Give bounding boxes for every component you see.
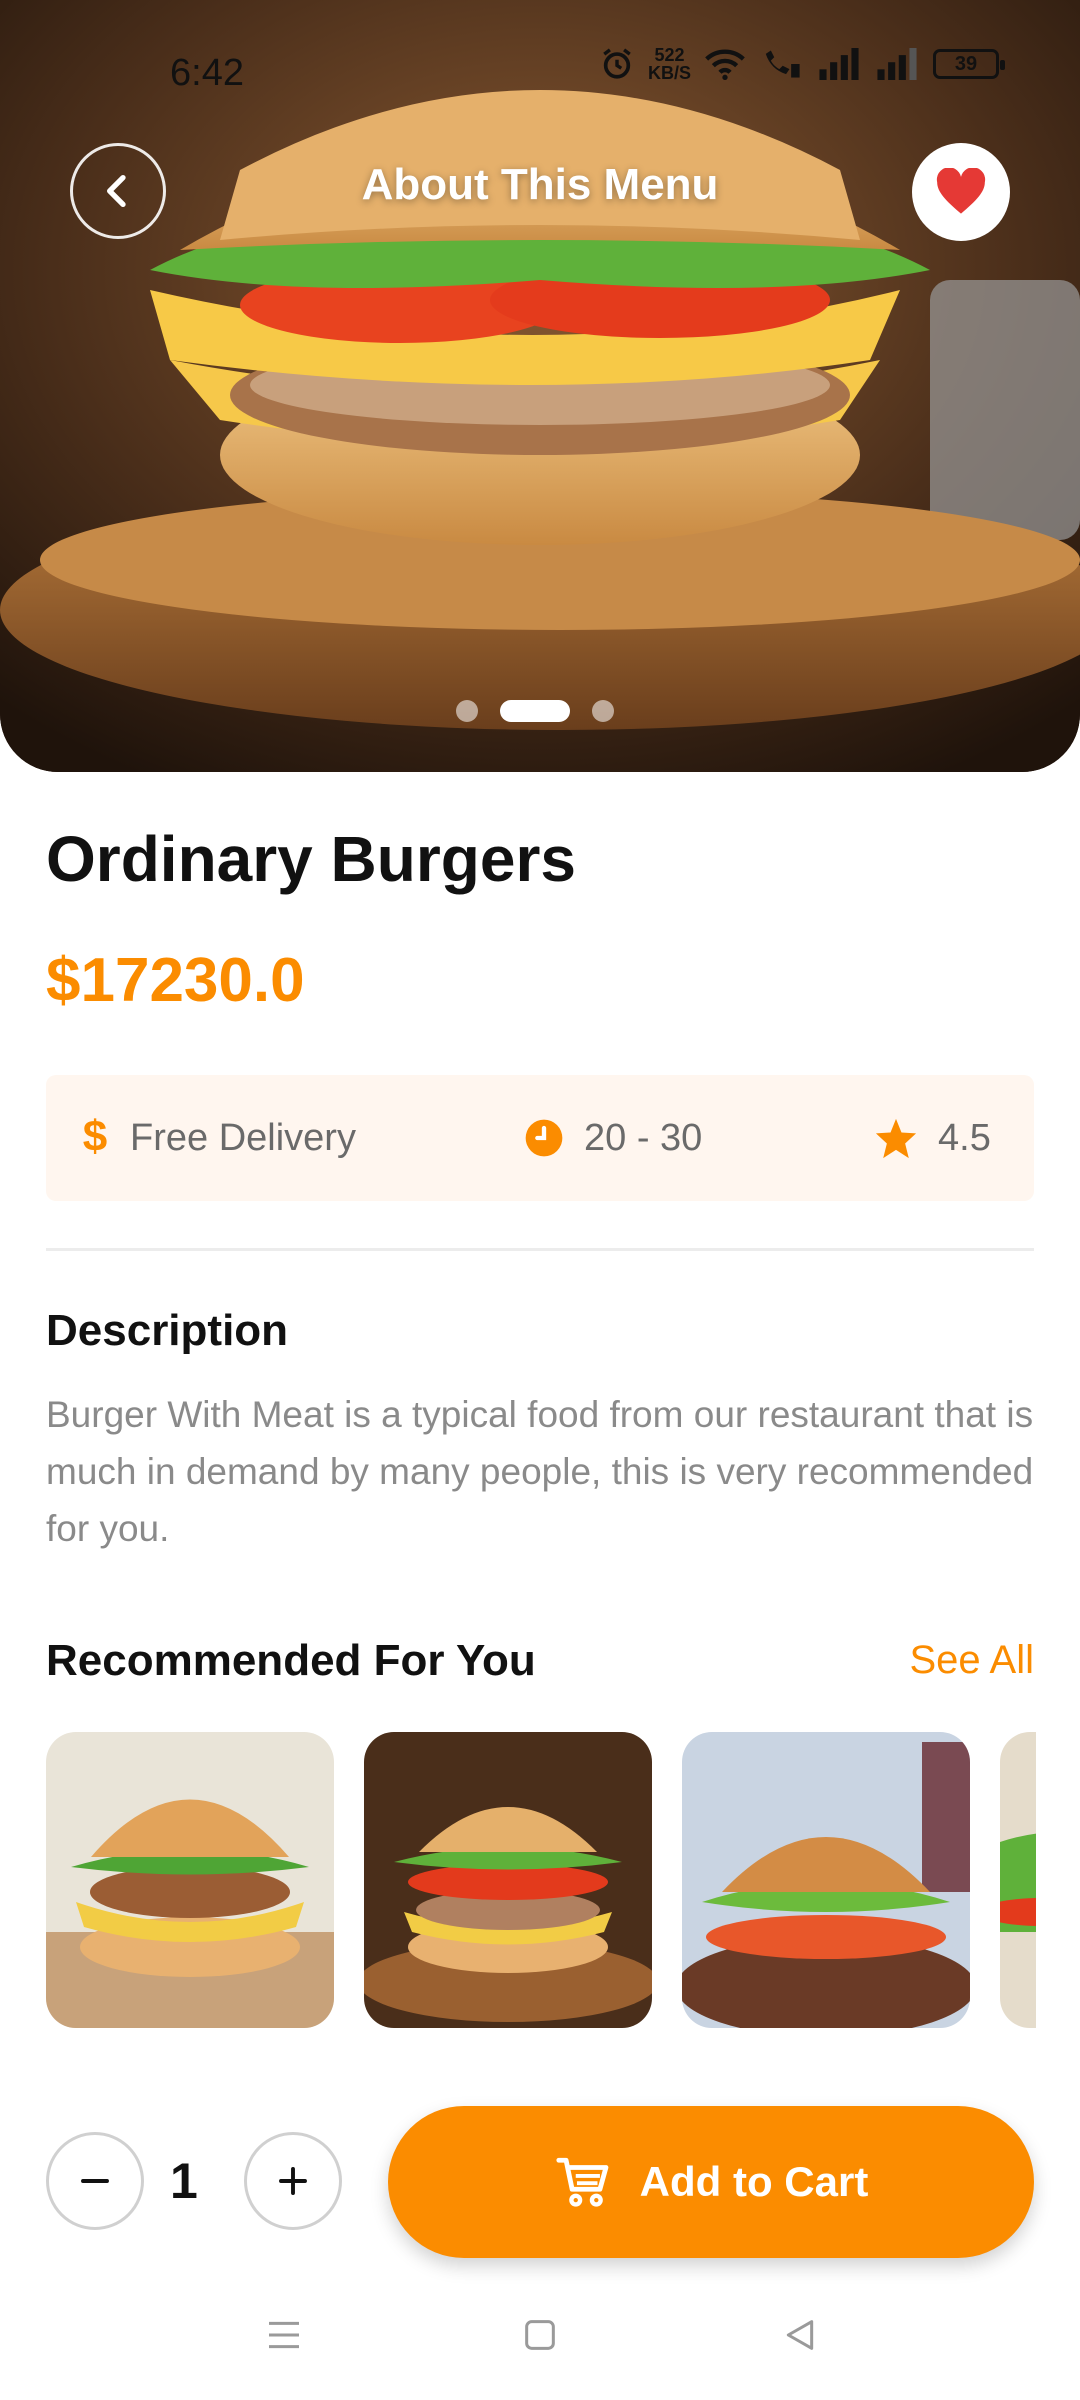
plus-icon: [279, 2167, 307, 2195]
dollar-icon: $: [83, 1116, 107, 1160]
star-icon: [875, 1118, 917, 1159]
nav-menu-button[interactable]: [254, 2310, 314, 2360]
nav-back-button[interactable]: [770, 2310, 830, 2360]
minus-icon: [81, 2179, 109, 2183]
favorite-button[interactable]: [912, 143, 1010, 241]
status-icons: 522 KB/S 39: [600, 45, 1006, 83]
carousel-dot-active[interactable]: [500, 700, 570, 722]
time-label: 20 - 30: [584, 1116, 703, 1159]
quantity-decrease-button[interactable]: [46, 2132, 144, 2230]
cart-icon: [556, 2157, 609, 2207]
status-time: 6:42: [170, 52, 244, 94]
screen: 6:42 522 KB/S 39 About This Menu Ordinar…: [0, 0, 1080, 2400]
burger-thumbnail: [1000, 1732, 1036, 2028]
signal-icon-1: [819, 48, 859, 80]
delivery-info: $ Free Delivery: [80, 1075, 356, 1201]
menu-icon: [269, 2321, 299, 2349]
burger-photo: [0, 0, 1080, 772]
carousel-dot[interactable]: [456, 700, 478, 722]
clock-icon: [525, 1119, 563, 1157]
see-all-link[interactable]: See All: [909, 1638, 1034, 1683]
hero-image: 6:42 522 KB/S 39 About This Menu: [0, 0, 1080, 772]
rating-value: 4.5: [938, 1116, 991, 1159]
delivery-label: Free Delivery: [130, 1116, 356, 1159]
recommended-item[interactable]: [364, 1732, 652, 2028]
recommended-item[interactable]: [1000, 1732, 1036, 2028]
system-nav-bar: [0, 2290, 1080, 2380]
svg-text:$: $: [83, 1116, 107, 1160]
heart-icon: [936, 168, 986, 214]
recommended-item[interactable]: [682, 1732, 970, 2028]
carousel-indicator: [456, 700, 614, 722]
status-bar: 6:42 522 KB/S 39: [0, 40, 1080, 104]
recommended-title: Recommended For You: [46, 1636, 536, 1685]
nav-home-button[interactable]: [510, 2310, 570, 2360]
quantity-increase-button[interactable]: [244, 2132, 342, 2230]
burger-thumbnail: [364, 1732, 652, 2028]
net-speed: 522 KB/S: [648, 45, 692, 83]
time-info: 20 - 30: [524, 1075, 702, 1201]
divider: [46, 1248, 1034, 1251]
info-box: $ Free Delivery 20 - 30 4.5: [46, 1075, 1034, 1201]
alarm-icon: [603, 48, 631, 79]
burger-thumbnail: [46, 1732, 334, 2028]
product-name: Ordinary Burgers: [46, 823, 576, 895]
add-to-cart-button[interactable]: Add to Cart: [388, 2106, 1034, 2258]
quantity-value: 1: [170, 2153, 198, 2209]
rating-info: 4.5: [874, 1075, 991, 1201]
burger-thumbnail: [682, 1732, 970, 2028]
add-to-cart-label: Add to Cart: [639, 2158, 869, 2205]
description-text: Burger With Meat is a typical food from …: [46, 1394, 1034, 1549]
carousel-dot[interactable]: [592, 700, 614, 722]
product-price: $17230.0: [46, 946, 305, 1015]
home-square-icon: [525, 2320, 555, 2350]
description-title: Description: [46, 1306, 289, 1355]
recommended-item[interactable]: [46, 1732, 334, 2028]
back-triangle-icon: [786, 2320, 814, 2350]
recommended-list[interactable]: [46, 1732, 1036, 2028]
battery-icon: 39: [933, 49, 1006, 79]
wifi-call-icon: [765, 50, 800, 78]
signal-icon-2: [877, 48, 917, 80]
wifi-icon: [705, 49, 745, 80]
